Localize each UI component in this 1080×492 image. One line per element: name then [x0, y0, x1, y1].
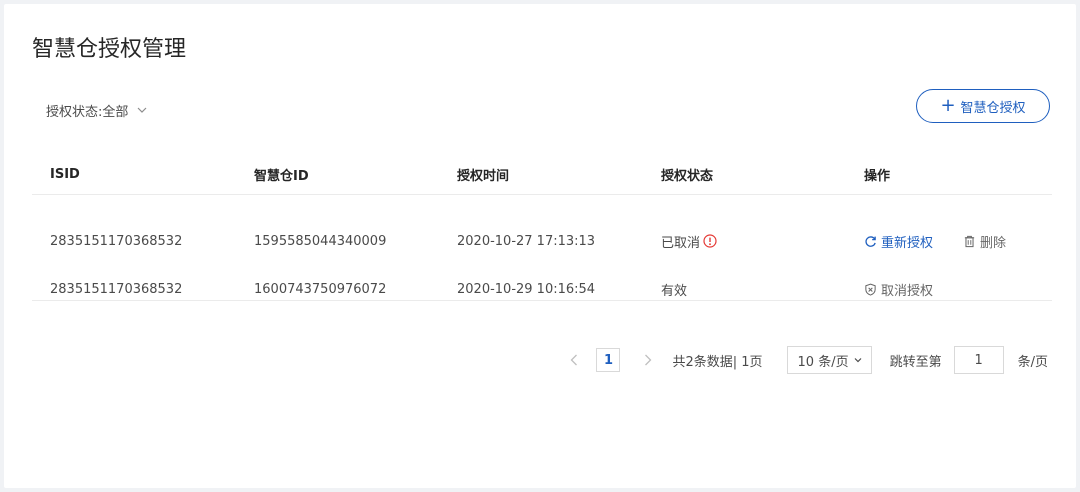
cell-actions: 重新授权 删除: [864, 217, 1006, 265]
table-header: ISID 智慧仓ID 授权时间 授权状态 操作: [32, 154, 1052, 195]
cell-isid: 2835151170368532: [50, 233, 183, 249]
trash-icon: [964, 235, 975, 247]
status-text: 已取消: [661, 235, 701, 251]
pagination-summary: 共2条数据| 1页: [672, 354, 763, 370]
auth-table: ISID 智慧仓ID 授权时间 授权状态 操作 2835151170368532…: [32, 154, 1052, 301]
chevron-left-icon: [571, 354, 578, 366]
cancel-auth-button[interactable]: 取消授权: [864, 280, 933, 299]
status-filter-label: 授权状态:: [46, 104, 103, 120]
page-size-select[interactable]: 10 条/页: [786, 346, 872, 374]
delete-button[interactable]: 删除: [963, 232, 1006, 251]
cell-warehouse-id: 1600743750976072: [254, 281, 387, 297]
chevron-down-icon: [854, 358, 862, 363]
add-warehouse-auth-label: 智慧仓授权: [960, 100, 1026, 116]
refresh-icon: [865, 235, 876, 247]
table-row: 2835151170368532 1595585044340009 2020-1…: [32, 217, 1052, 265]
page-title: 智慧仓授权管理: [32, 37, 187, 62]
cell-auth-time: 2020-10-29 10:16:54: [457, 281, 596, 297]
plus-icon: +: [940, 95, 956, 116]
cell-auth-status: 有效: [661, 265, 687, 313]
pagination: 1 共2条数据| 1页 10 条/页 跳转至第 条/页: [562, 346, 1048, 374]
add-warehouse-auth-button[interactable]: + 智慧仓授权: [916, 89, 1050, 123]
page-size-value: 10 条/页: [797, 354, 849, 370]
header-warehouse-id: 智慧仓ID: [254, 168, 309, 184]
status-filter[interactable]: 授权状态: 全部: [46, 98, 148, 122]
reauthorize-label: 重新授权: [881, 235, 934, 251]
main-card: 智慧仓授权管理 授权状态: 全部 + 智慧仓授权 ISID 智慧仓ID 授权时间…: [4, 4, 1076, 488]
jump-suffix: 条/页: [1017, 354, 1048, 370]
next-page-button[interactable]: [636, 348, 660, 372]
cell-auth-status: 已取消: [661, 217, 717, 265]
jump-label: 跳转至第: [889, 354, 942, 370]
cell-isid: 2835151170368532: [50, 281, 183, 297]
cell-warehouse-id: 1595585044340009: [254, 233, 387, 249]
cancel-icon: [865, 283, 876, 296]
header-auth-status: 授权状态: [661, 168, 714, 184]
header-actions: 操作: [864, 168, 891, 184]
status-filter-value: 全部: [102, 104, 129, 120]
table-body: 2835151170368532 1595585044340009 2020-1…: [32, 195, 1052, 301]
cell-auth-time: 2020-10-27 17:13:13: [457, 233, 596, 249]
header-isid: ISID: [50, 166, 80, 182]
table-row: 2835151170368532 1600743750976072 2020-1…: [32, 265, 1052, 313]
page-1-button[interactable]: 1: [596, 348, 621, 372]
chevron-down-icon: [137, 107, 147, 113]
jump-page-input[interactable]: [953, 346, 1004, 374]
chevron-right-icon: [645, 354, 652, 366]
header-auth-time: 授权时间: [457, 168, 510, 184]
status-text: 有效: [661, 283, 688, 299]
delete-label: 删除: [980, 235, 1007, 251]
cell-actions: 取消授权: [864, 265, 933, 313]
prev-page-button[interactable]: [562, 348, 586, 372]
cancel-auth-label: 取消授权: [881, 283, 934, 299]
reauthorize-button[interactable]: 重新授权: [864, 232, 933, 251]
warning-icon[interactable]: [703, 234, 717, 248]
